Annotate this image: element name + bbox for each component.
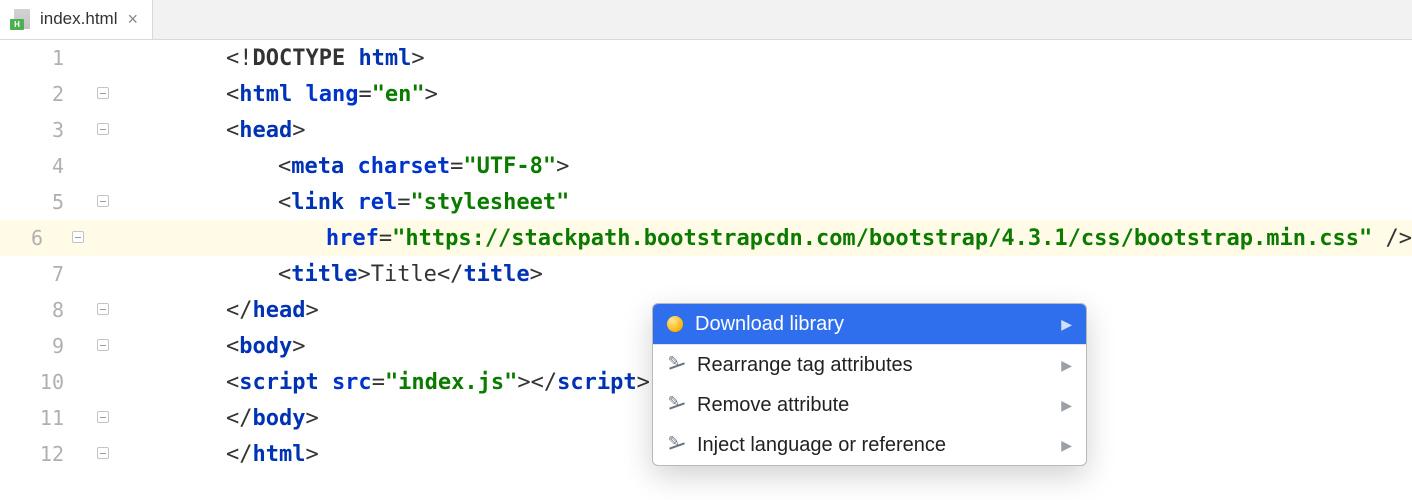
- lightbulb-icon: [667, 316, 683, 332]
- line-number: 12: [0, 442, 92, 466]
- action-rearrange-attributes[interactable]: Rearrange tag attributes ▶: [653, 345, 1086, 385]
- code-editor[interactable]: 1 <!DOCTYPE html> 2 <html lang="en"> 3 <…: [0, 40, 1412, 500]
- fold-toggle[interactable]: [92, 339, 114, 354]
- fold-toggle[interactable]: [92, 447, 114, 462]
- line-number: 7: [0, 262, 92, 286]
- fold-toggle[interactable]: [92, 411, 114, 426]
- menu-item-label: Remove attribute: [697, 394, 849, 417]
- line-number: 6: [0, 226, 71, 250]
- line-number: 4: [0, 154, 92, 178]
- submenu-arrow-icon: ▶: [1061, 357, 1072, 374]
- wand-icon: [667, 436, 685, 454]
- fold-toggle[interactable]: [71, 231, 86, 246]
- menu-item-label: Rearrange tag attributes: [697, 354, 913, 377]
- line-number: 9: [0, 334, 92, 358]
- fold-toggle[interactable]: [92, 195, 114, 210]
- submenu-arrow-icon: ▶: [1061, 316, 1072, 333]
- action-remove-attribute[interactable]: Remove attribute ▶: [653, 385, 1086, 425]
- menu-item-label: Inject language or reference: [697, 434, 946, 457]
- line-number: 8: [0, 298, 92, 322]
- submenu-arrow-icon: ▶: [1061, 397, 1072, 414]
- line-number: 11: [0, 406, 92, 430]
- line-number: 2: [0, 82, 92, 106]
- fold-toggle[interactable]: [92, 87, 114, 102]
- submenu-arrow-icon: ▶: [1061, 437, 1072, 454]
- menu-item-label: Download library: [695, 313, 844, 336]
- wand-icon: [667, 356, 685, 374]
- line-number: 5: [0, 190, 92, 214]
- action-inject-language[interactable]: Inject language or reference ▶: [653, 425, 1086, 465]
- fold-toggle[interactable]: [92, 303, 114, 318]
- action-download-library[interactable]: Download library ▶: [653, 304, 1086, 344]
- wand-icon: [667, 396, 685, 414]
- intention-actions-popup: Download library ▶ Rearrange tag attribu…: [652, 303, 1087, 466]
- html-file-icon: H: [10, 8, 32, 30]
- tab-title: index.html: [40, 9, 117, 29]
- code-line[interactable]: </html>: [114, 417, 319, 492]
- fold-toggle[interactable]: [92, 123, 114, 138]
- line-number: 1: [0, 46, 92, 70]
- line-number: 3: [0, 118, 92, 142]
- line-number: 10: [0, 370, 92, 394]
